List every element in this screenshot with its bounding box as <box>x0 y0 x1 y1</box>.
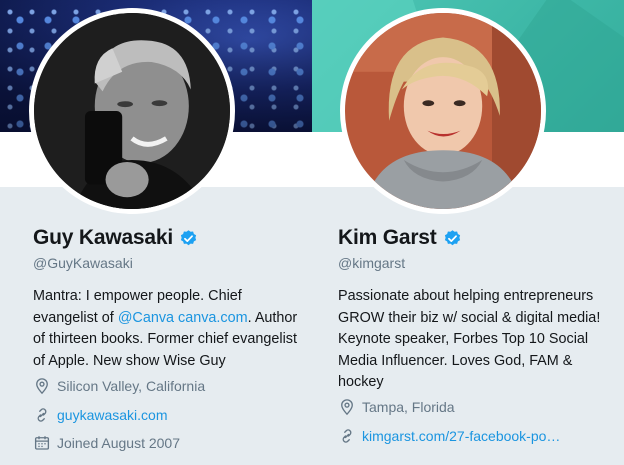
website-link[interactable]: kimgarst.com/27-facebook-po… <box>362 428 560 444</box>
location-text: Tampa, Florida <box>362 399 455 415</box>
avatar[interactable] <box>29 8 235 214</box>
bio-line: Mantra: I empower people. Chief <box>33 288 242 304</box>
screen-name[interactable]: @GuyKawasaki <box>33 255 133 271</box>
location-row: Silicon Valley, California <box>33 377 205 395</box>
avatar[interactable] <box>340 8 546 214</box>
avatar-photo <box>345 13 541 209</box>
avatar-photo <box>34 13 230 209</box>
location-pin-icon <box>36 378 48 395</box>
join-date-row: Joined August 2007 <box>33 434 180 452</box>
website-link[interactable]: guykawasaki.com <box>57 407 168 423</box>
display-name-row: Guy Kawasaki <box>33 226 198 250</box>
bio-line: Passionate about helping entrepreneurs <box>338 288 594 304</box>
website-row: guykawasaki.com <box>33 406 168 424</box>
bio-text: . Author <box>247 309 298 326</box>
bio-line: Media Influencer. Loves God, FAM & <box>338 352 573 369</box>
bio-line: Keynote speaker, Forbes Top 10 Social <box>338 331 589 347</box>
verified-badge-icon <box>180 229 197 245</box>
screen-name[interactable]: @kimgarst <box>338 255 405 271</box>
verified-badge-icon <box>444 229 460 245</box>
location-row: Tampa, Florida <box>338 398 455 416</box>
bio-url-link[interactable]: canva.com <box>178 310 248 326</box>
profile-bio: Passionate about helping entrepreneurs G… <box>338 286 624 394</box>
location-pin-icon <box>341 399 353 416</box>
join-date: Joined August 2007 <box>57 435 180 451</box>
display-name[interactable]: Guy Kawasaki <box>33 226 173 250</box>
calendar-icon <box>34 436 50 450</box>
bio-text: evangelist of <box>33 309 118 326</box>
profile-comparison: Guy Kawasaki @GuyKawasaki Mantra: I empo… <box>0 0 624 465</box>
profile-card-kim-garst: Kim Garst @kimgarst Passionate about hel… <box>312 0 624 465</box>
display-name[interactable]: Kim Garst <box>338 226 437 250</box>
bio-line: hockey <box>338 374 384 390</box>
mention-link[interactable]: @Canva <box>118 310 174 326</box>
display-name-row: Kim Garst <box>338 226 462 250</box>
profile-bio: Mantra: I empower people. Chief evangeli… <box>33 286 312 372</box>
bio-line: of thirteen books. Former chief evangeli… <box>33 331 297 347</box>
bio-line: GROW their biz w/ social & digital media… <box>338 309 601 326</box>
bio-line: evangelist of @Canva canva.com. Author <box>33 308 312 330</box>
link-icon <box>37 408 47 422</box>
website-row: kimgarst.com/27-facebook-po… <box>338 427 560 445</box>
profile-card-guy-kawasaki: Guy Kawasaki @GuyKawasaki Mantra: I empo… <box>0 0 312 465</box>
location-text: Silicon Valley, California <box>57 378 206 394</box>
link-icon <box>342 429 352 443</box>
bio-line: of Apple. New show Wise Guy <box>33 352 226 369</box>
